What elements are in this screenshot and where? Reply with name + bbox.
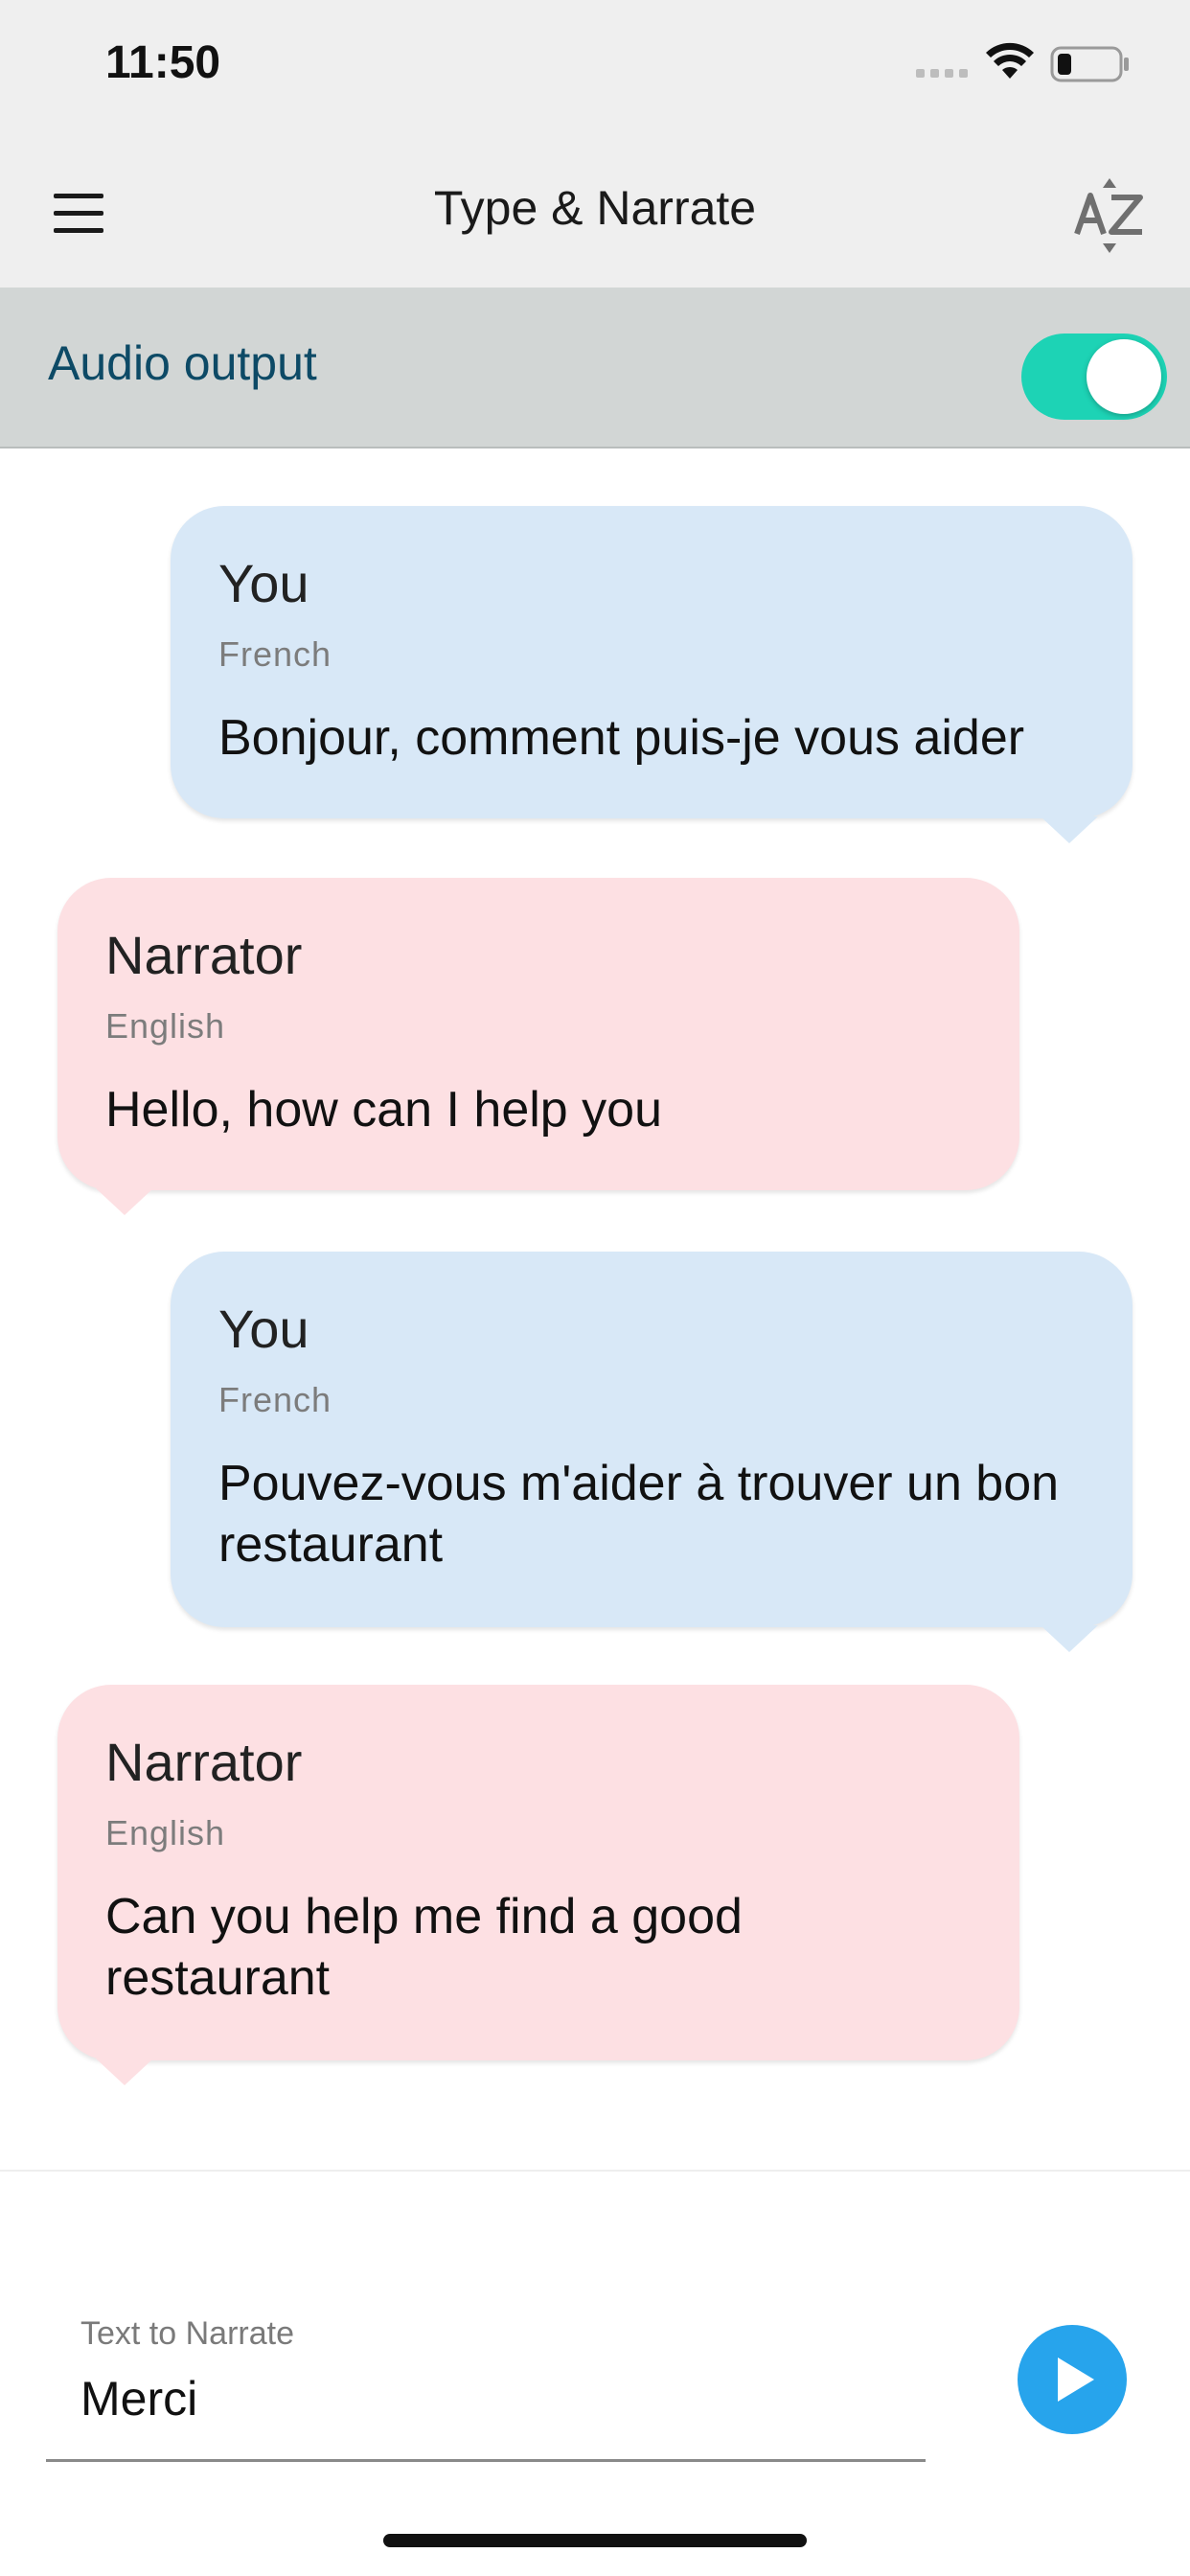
app-bar: Type & Narrate bbox=[0, 144, 1190, 288]
text-to-narrate-label: Text to Narrate bbox=[80, 2315, 294, 2352]
message-bubble-narrator: Narrator English Can you help me find a … bbox=[57, 1685, 1019, 2060]
bubble-tail bbox=[96, 2058, 153, 2085]
input-underline bbox=[46, 2459, 926, 2462]
toggle-knob bbox=[1087, 339, 1161, 414]
message-speaker: Narrator bbox=[105, 925, 303, 985]
message-bubble-you: You French Bonjour, comment puis-je vous… bbox=[171, 506, 1133, 818]
message-speaker: Narrator bbox=[105, 1732, 303, 1792]
battery-icon bbox=[1050, 46, 1129, 82]
message-language: French bbox=[218, 634, 332, 674]
sort-button[interactable] bbox=[1071, 172, 1148, 259]
bubble-tail bbox=[96, 1188, 153, 1215]
play-button[interactable] bbox=[1018, 2325, 1127, 2434]
bubble-tail bbox=[1041, 816, 1098, 843]
bubble-tail bbox=[1041, 1625, 1098, 1652]
message-text: Can you help me find a good restaurant bbox=[105, 1889, 743, 2006]
message-language: French bbox=[218, 1380, 332, 1419]
divider bbox=[0, 2170, 1190, 2172]
home-indicator bbox=[383, 2534, 807, 2547]
message-text: Hello, how can I help you bbox=[105, 1082, 663, 1138]
status-time: 11:50 bbox=[105, 37, 221, 88]
message-language: English bbox=[105, 1006, 226, 1046]
message-speaker: You bbox=[218, 553, 309, 613]
audio-output-row: Audio output bbox=[0, 288, 1190, 448]
message-bubble-you: You French Pouvez-vous m'aider à trouver… bbox=[171, 1252, 1133, 1627]
play-icon bbox=[1058, 2358, 1094, 2402]
text-to-narrate-input[interactable] bbox=[80, 2371, 904, 2426]
page-title: Type & Narrate bbox=[433, 181, 757, 235]
message-bubble-narrator: Narrator English Hello, how can I help y… bbox=[57, 878, 1019, 1190]
status-bar: 11:50 bbox=[0, 0, 1190, 144]
message-text: Bonjour, comment puis-je vous aider bbox=[218, 710, 1025, 766]
az-sort-icon bbox=[1074, 178, 1143, 253]
message-speaker: You bbox=[218, 1299, 309, 1359]
cellular-signal-icon bbox=[916, 69, 968, 78]
message-language: English bbox=[105, 1813, 226, 1852]
wifi-icon bbox=[986, 42, 1034, 79]
audio-output-toggle[interactable] bbox=[1021, 334, 1167, 420]
audio-output-label: Audio output bbox=[48, 336, 317, 390]
message-text: Pouvez-vous m'aider à trouver un bon res… bbox=[218, 1456, 1060, 1573]
